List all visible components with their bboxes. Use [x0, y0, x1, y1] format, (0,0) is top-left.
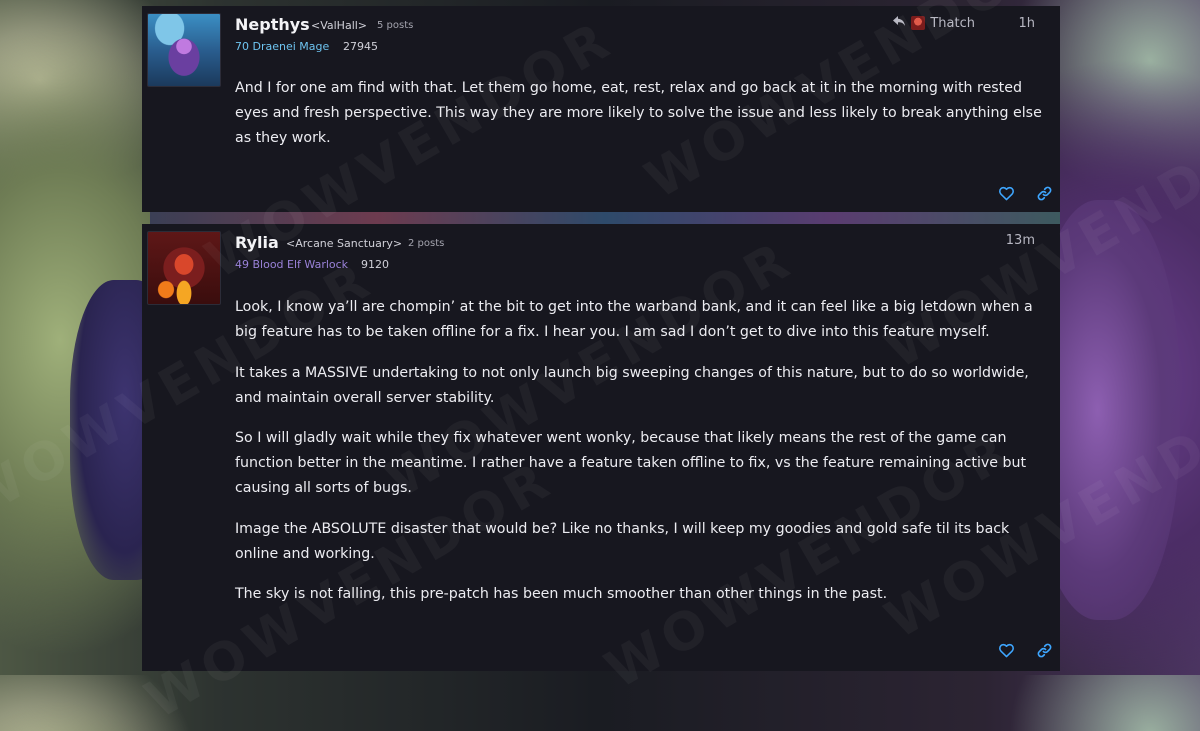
author-class: 49 Blood Elf Warlock — [235, 258, 349, 271]
achievement-points: 27945 — [343, 40, 378, 53]
post-paragraph: So I will gladly wait while they fix wha… — [235, 430, 1027, 496]
heart-icon[interactable] — [996, 183, 1016, 203]
reply-to-indicator[interactable]: Thatch — [892, 15, 975, 31]
post-body: And I for one am find with that. Let the… — [235, 76, 1050, 167]
post-body: Look, I know ya’ll are chompin’ at the b… — [235, 295, 1050, 623]
post-time[interactable]: 1h — [1018, 16, 1035, 31]
post-paragraph: Look, I know ya’ll are chompin’ at the b… — [235, 299, 1033, 340]
link-icon[interactable] — [1034, 640, 1054, 660]
reply-avatar — [911, 16, 926, 30]
post-paragraph: The sky is not falling, this pre-patch h… — [235, 586, 888, 602]
post-actions — [996, 183, 1054, 203]
post-paragraph: It takes a MASSIVE undertaking to not on… — [235, 364, 1029, 406]
reply-arrow-icon — [892, 15, 906, 31]
avatar[interactable] — [147, 13, 221, 87]
forum-post: Nepthys <ValHall> 5 posts 70 Draenei Mag… — [142, 6, 1060, 212]
post-actions — [996, 640, 1054, 660]
post-time[interactable]: 13m — [1006, 233, 1035, 248]
post-paragraph: And I for one am find with that. Let the… — [235, 80, 1042, 146]
reply-to-name: Thatch — [930, 15, 975, 31]
post-author[interactable]: Rylia — [235, 233, 279, 252]
author-post-count: 2 posts — [408, 238, 445, 249]
author-guild: <ValHall> — [311, 19, 368, 32]
link-icon[interactable] — [1034, 183, 1054, 203]
post-paragraph: Image the ABSOLUTE disaster that would b… — [235, 520, 1010, 562]
avatar[interactable] — [147, 231, 221, 305]
author-post-count: 5 posts — [377, 20, 414, 31]
forum-post: Rylia <Arcane Sanctuary> 2 posts 49 Bloo… — [142, 224, 1060, 671]
post-author[interactable]: Nepthys — [235, 15, 310, 34]
heart-icon[interactable] — [996, 640, 1016, 660]
achievement-points: 9120 — [361, 258, 389, 271]
background-strip — [150, 212, 1060, 224]
author-guild: <Arcane Sanctuary> — [286, 237, 403, 250]
author-class: 70 Draenei Mage — [235, 40, 330, 53]
